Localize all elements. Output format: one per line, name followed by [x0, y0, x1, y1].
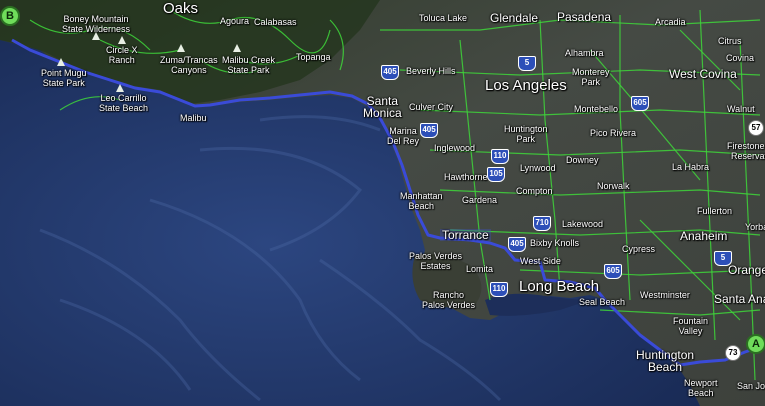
- place-label: Arcadia: [655, 17, 686, 27]
- place-label: Alhambra: [565, 48, 604, 58]
- place-label: Huntington Beach: [636, 348, 695, 374]
- place-label: Calabasas: [254, 17, 297, 27]
- place-label: Lakewood: [562, 219, 604, 229]
- place-label: Lomita: [466, 264, 494, 274]
- interstate-shield-icon: 405: [381, 65, 399, 80]
- place-label: Pico Rivera: [590, 128, 637, 138]
- park-icon: [92, 32, 100, 40]
- place-label: Oaks: [163, 0, 199, 17]
- place-label: Pasadena: [557, 10, 612, 24]
- place-label: Walnut: [727, 104, 755, 114]
- place-label: Lynwood: [520, 163, 556, 173]
- place-label: Torrance: [440, 228, 491, 242]
- place-label: La Habra: [672, 162, 710, 172]
- place-label: Point Mugu State Park: [41, 68, 87, 88]
- place-label: Norwalk: [597, 181, 630, 191]
- place-label: Circle X Ranch: [106, 45, 138, 65]
- place-label: Topanga: [296, 52, 331, 62]
- park-icon: [118, 36, 126, 44]
- place-label: Huntington Park: [504, 124, 548, 144]
- park-icon: [116, 84, 124, 92]
- interstate-shield-icon: 110: [491, 149, 509, 164]
- place-label: Santa Ana: [714, 292, 765, 306]
- interstate-shield-icon: 105: [487, 167, 505, 182]
- park-icon: [233, 44, 241, 52]
- place-label: Rancho Palos Verdes: [422, 290, 476, 310]
- place-label: Downey: [566, 155, 599, 165]
- place-label: Fullerton: [697, 206, 733, 216]
- place-label: Inglewood: [434, 143, 476, 153]
- interstate-shield-icon: 110: [490, 282, 508, 297]
- interstate-shield-icon: 605: [631, 96, 649, 111]
- place-label: Malibu Creek State Park: [222, 55, 276, 75]
- place-label: Malibu: [180, 113, 207, 123]
- place-label: Santa Monica: [363, 94, 402, 120]
- interstate-shield-icon: 710: [533, 216, 551, 231]
- interstate-shield-icon: 405: [420, 123, 438, 138]
- place-label: Fountain Valley: [673, 316, 709, 336]
- place-label: Zuma/Trancas Canyons: [160, 55, 218, 75]
- place-label: Seal Beach: [579, 297, 626, 307]
- interstate-shield-icon: 5: [714, 251, 732, 266]
- state-route-shield-icon: 57: [748, 120, 764, 136]
- interstate-shield-icon: 5: [518, 56, 536, 71]
- place-label: West Covina: [669, 67, 737, 81]
- interstate-shield-icon: 405: [508, 237, 526, 252]
- place-label: Manhattan Beach: [400, 191, 443, 211]
- place-label: Yorba: [745, 222, 765, 232]
- place-label: Orange: [728, 263, 765, 277]
- place-label: Los Angeles: [485, 77, 567, 94]
- place-label: Palos Verdes Estates: [409, 251, 463, 271]
- place-label: Long Beach: [519, 278, 600, 295]
- place-label: Citrus: [718, 36, 742, 46]
- place-label: Montebello: [574, 104, 619, 114]
- place-label: Compton: [516, 186, 553, 196]
- place-label: Covina: [726, 53, 755, 63]
- map-view[interactable]: Oaks Boney Mountain State Wilderness Agou…: [0, 0, 765, 406]
- place-label: Monterey Park: [572, 67, 610, 87]
- place-label: Marina Del Rey: [387, 126, 420, 146]
- place-label: Westminster: [640, 290, 690, 300]
- place-label: West Side: [520, 256, 561, 266]
- place-label: Bixby Knolls: [530, 238, 580, 248]
- place-label: Anaheim: [680, 229, 728, 243]
- route-start-marker-icon[interactable]: B: [0, 6, 20, 26]
- place-label: Cypress: [622, 244, 656, 254]
- route-end-marker-icon[interactable]: A: [746, 334, 765, 354]
- place-label: Glendale: [490, 11, 539, 25]
- place-label: Boney Mountain State Wilderness: [62, 14, 131, 34]
- place-label: Hawthorne: [444, 172, 488, 182]
- interstate-shield-icon: 605: [604, 264, 622, 279]
- place-label: Toluca Lake: [419, 13, 468, 23]
- place-label: Beverly Hills: [406, 66, 456, 76]
- place-label: Agoura: [220, 16, 250, 26]
- park-icon: [57, 58, 65, 66]
- place-label: Gardena: [462, 195, 498, 205]
- place-label: San Jo: [737, 381, 765, 391]
- place-label: Leo Carrillo State Beach: [99, 93, 149, 113]
- state-route-shield-icon: 73: [725, 345, 741, 361]
- park-icon: [177, 44, 185, 52]
- place-label: Culver City: [409, 102, 454, 112]
- place-label: Newport Beach: [684, 378, 718, 398]
- place-label: Firestone SReservati: [727, 141, 765, 161]
